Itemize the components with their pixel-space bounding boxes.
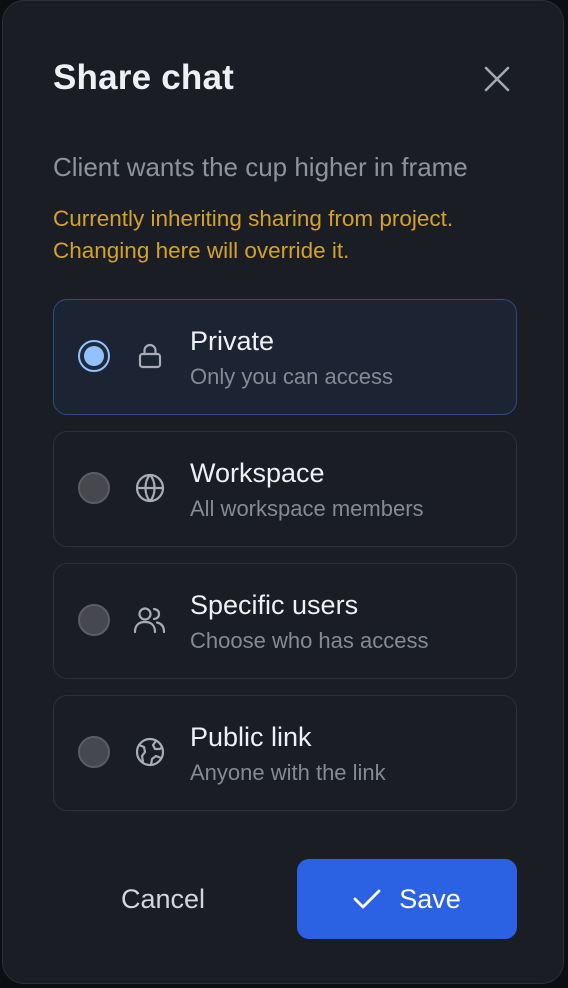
globe-icon xyxy=(135,473,165,503)
check-icon xyxy=(353,889,381,909)
radio-workspace[interactable] xyxy=(78,472,110,504)
option-private[interactable]: Private Only you can access xyxy=(53,299,517,415)
option-description: All workspace members xyxy=(190,496,424,521)
option-description: Choose who has access xyxy=(190,628,429,653)
option-title: Workspace xyxy=(190,458,325,488)
option-title: Specific users xyxy=(190,590,359,620)
share-chat-dialog: Share chat Client wants the cup higher i… xyxy=(2,0,564,984)
close-button[interactable] xyxy=(477,59,517,99)
save-button[interactable]: Save xyxy=(297,859,517,939)
inheritance-warning: Currently inheriting sharing from projec… xyxy=(53,206,454,263)
option-description: Only you can access xyxy=(190,364,393,389)
option-workspace[interactable]: Workspace All workspace members xyxy=(53,431,517,547)
option-title: Public link xyxy=(190,722,312,752)
cancel-button[interactable]: Cancel xyxy=(53,859,273,939)
radio-specific-users[interactable] xyxy=(78,604,110,636)
option-title: Private xyxy=(190,326,275,356)
option-description: Anyone with the link xyxy=(190,760,386,785)
users-icon xyxy=(133,607,166,634)
radio-selected-dot xyxy=(84,346,104,366)
option-specific-users[interactable]: Specific users Choose who has access xyxy=(53,563,517,679)
dialog-title: Share chat xyxy=(53,58,234,97)
sharing-options: Private Only you can access Workspace Al… xyxy=(53,299,517,827)
lock-icon xyxy=(138,343,162,369)
option-public-link[interactable]: Public link Anyone with the link xyxy=(53,695,517,811)
radio-private[interactable] xyxy=(78,340,110,372)
radio-public-link[interactable] xyxy=(78,736,110,768)
world-icon xyxy=(135,737,165,767)
dialog-subtitle: Client wants the cup higher in frame xyxy=(53,152,468,182)
close-icon xyxy=(484,66,510,92)
save-button-label: Save xyxy=(399,883,461,914)
